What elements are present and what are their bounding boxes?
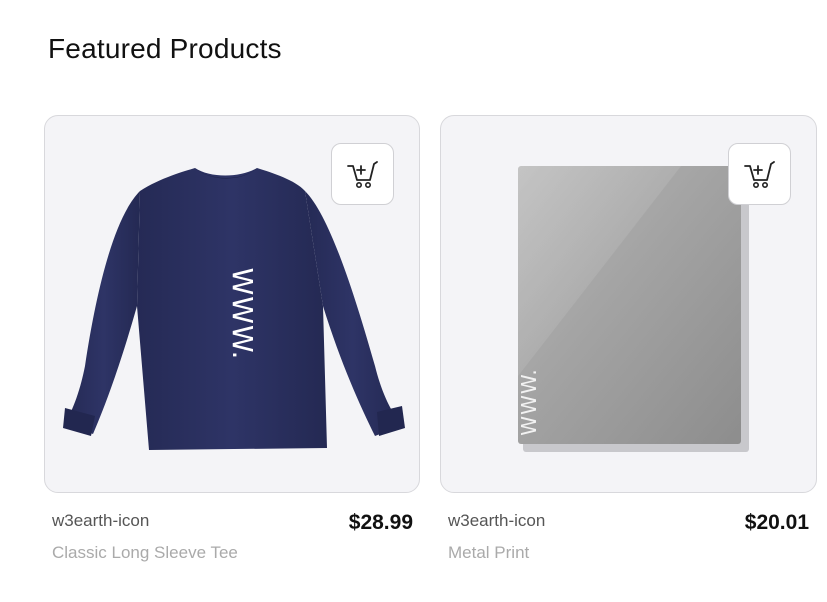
metal-print-text: WWW.: [517, 368, 541, 435]
product-price: $20.01: [744, 511, 809, 534]
add-to-cart-button[interactable]: [728, 143, 791, 205]
add-to-cart-button[interactable]: [331, 143, 394, 205]
product-image-container[interactable]: WWW.: [440, 115, 817, 493]
section-title: Featured Products: [48, 33, 282, 64]
product-image-container[interactable]: WWW.: [44, 115, 420, 493]
product-price: $28.99: [348, 511, 413, 534]
product-meta: w3earth-icon $20.01 Metal Print: [440, 493, 817, 573]
product-brand: w3earth-icon: [52, 511, 150, 530]
add-to-cart-icon: [743, 161, 775, 188]
product-name[interactable]: Classic Long Sleeve Tee: [52, 543, 238, 563]
add-to-cart-icon: [346, 161, 378, 188]
product-card-metal-print[interactable]: WWW. w3earth-icon $20.01 Metal Print: [440, 115, 817, 573]
product-card-classic-long-sleeve-tee[interactable]: WWW. w3earth-icon $28.99 Classic Long Sl…: [44, 115, 420, 573]
product-meta: w3earth-icon $28.99 Classic Long Sleeve …: [44, 493, 420, 573]
product-brand: w3earth-icon: [448, 511, 546, 530]
tee-print-text: WWW.: [226, 268, 259, 361]
product-name[interactable]: Metal Print: [448, 543, 529, 563]
